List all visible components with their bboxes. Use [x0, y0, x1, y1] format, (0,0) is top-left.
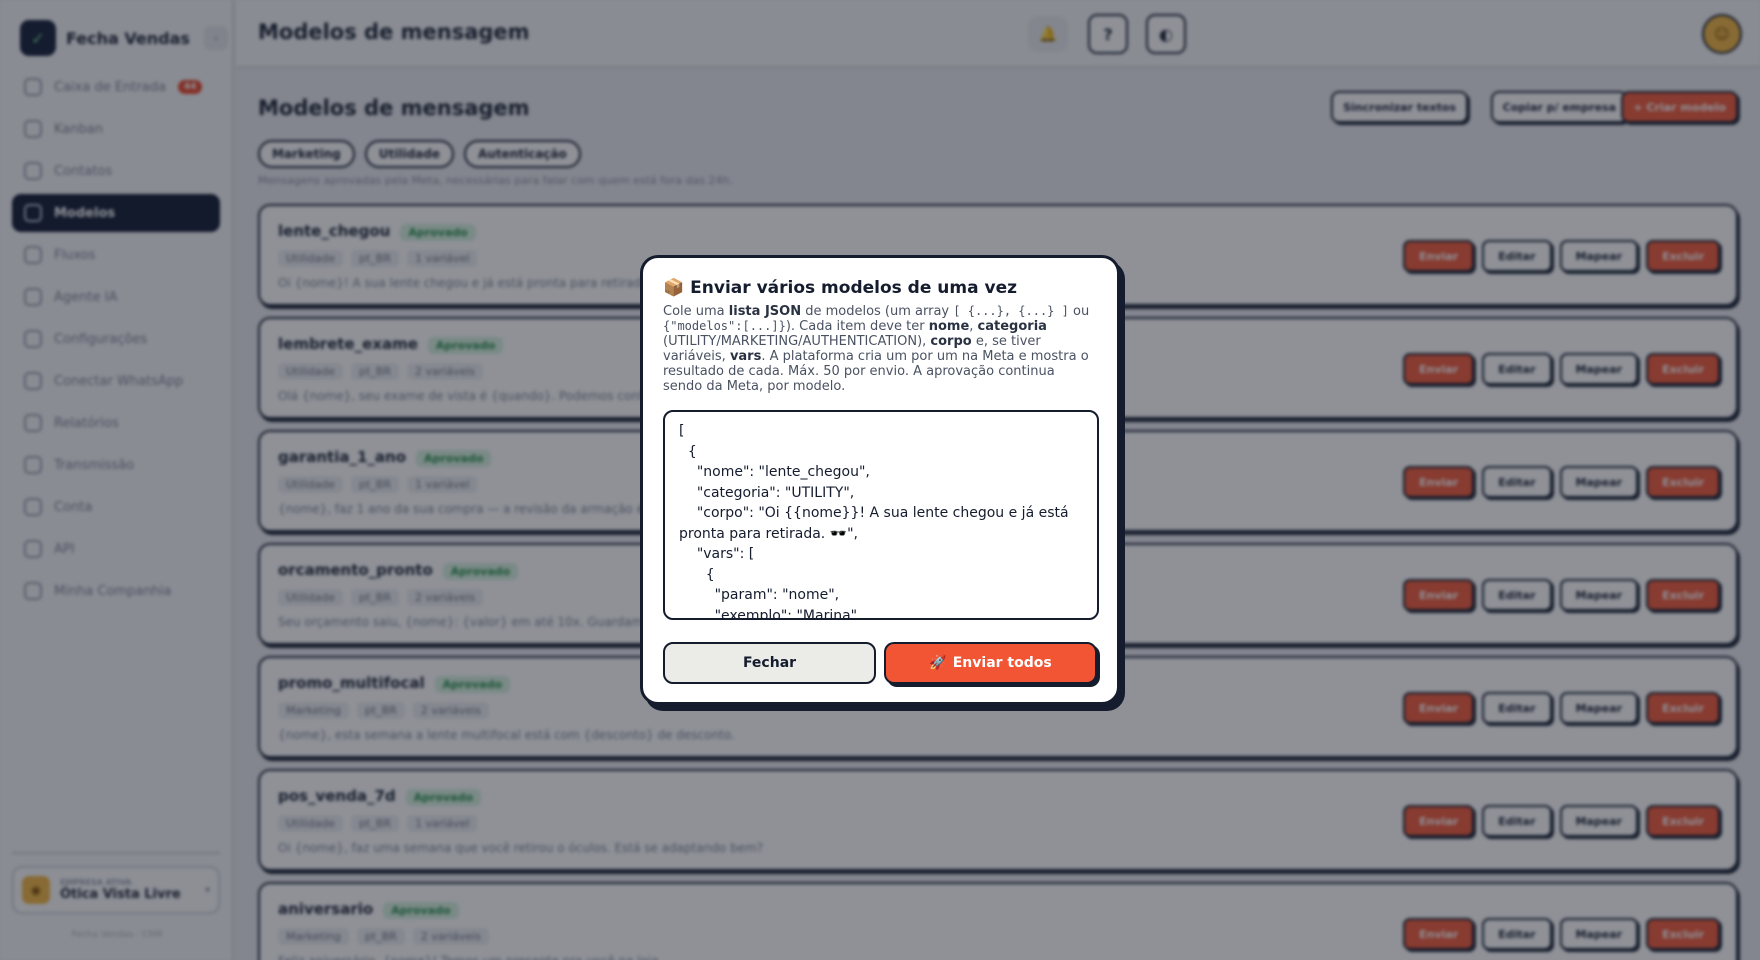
send-all-button[interactable]: 🚀 Enviar todos [884, 642, 1097, 684]
modal-title: 📦 Enviar vários modelos de uma vez [663, 278, 1018, 298]
modal-description: Cole uma lista JSON de modelos (um array… [663, 304, 1090, 394]
modal-actions: Fechar 🚀 Enviar todos [663, 642, 1097, 684]
bulk-send-modal: 📦 Enviar vários modelos de uma vez Cole … [640, 255, 1120, 705]
rocket-icon: 🚀 [929, 655, 947, 671]
json-input[interactable] [663, 410, 1099, 620]
package-icon: 📦 [663, 278, 685, 298]
close-button[interactable]: Fechar [663, 642, 876, 684]
